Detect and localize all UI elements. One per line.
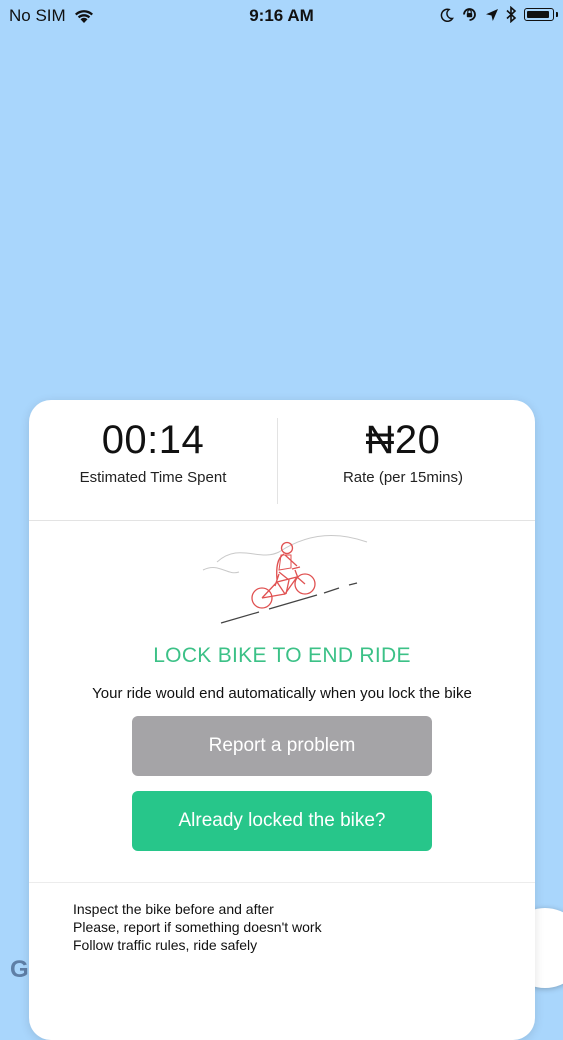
safety-tips: Inspect the bike before and after Please… <box>73 900 322 954</box>
rate-value: ₦20 <box>365 418 441 462</box>
cyclist-illustration <box>202 534 368 624</box>
location-arrow-icon <box>486 8 498 21</box>
stats-divider <box>277 418 278 504</box>
bluetooth-icon <box>506 6 517 23</box>
battery-icon <box>524 8 558 21</box>
moon-icon <box>440 8 454 22</box>
ride-card: 00:14 Estimated Time Spent ₦20 Rate (per… <box>29 400 535 1040</box>
status-right <box>440 6 558 23</box>
auto-end-subtitle: Your ride would end automatically when y… <box>92 685 472 702</box>
time-spent-label: Estimated Time Spent <box>79 469 227 486</box>
report-problem-button[interactable]: Report a problem <box>132 716 432 776</box>
rotation-lock-icon <box>463 8 476 21</box>
ride-stats: 00:14 Estimated Time Spent ₦20 Rate (per… <box>29 400 535 521</box>
battery-fill <box>527 11 549 18</box>
time-spent-stat: 00:14 Estimated Time Spent <box>29 418 277 486</box>
rate-label: Rate (per 15mins) <box>342 469 464 486</box>
tips-divider <box>29 882 535 883</box>
tip-item: Inspect the bike before and after <box>73 901 274 917</box>
status-bar: No SIM 9:16 AM <box>0 0 563 34</box>
rate-stat: ₦20 Rate (per 15mins) <box>279 418 527 486</box>
lock-bike-headline: LOCK BIKE TO END RIDE <box>153 644 411 667</box>
google-logo: G <box>10 956 29 983</box>
tip-item: Follow traffic rules, ride safely <box>73 937 258 953</box>
time-spent-value: 00:14 <box>101 418 205 462</box>
already-locked-button[interactable]: Already locked the bike? <box>132 791 432 851</box>
tip-item: Please, report if something doesn't work <box>73 919 322 935</box>
